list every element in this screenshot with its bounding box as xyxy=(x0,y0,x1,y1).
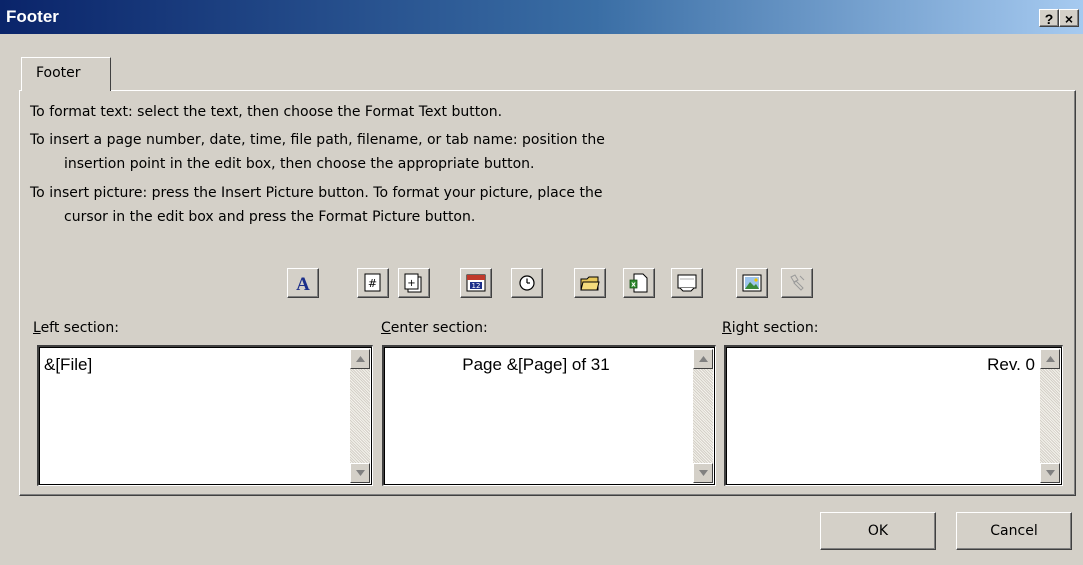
insert-number-of-pages-button[interactable]: + xyxy=(398,268,430,298)
svg-text:+: + xyxy=(407,278,415,289)
right-section-field[interactable]: Rev. 0 xyxy=(726,347,1062,485)
format-picture-button xyxy=(781,268,813,298)
scroll-down-button[interactable] xyxy=(693,463,713,483)
instruction-line: cursor in the edit box and press the For… xyxy=(64,209,476,225)
down-arrow-icon xyxy=(698,470,708,476)
ok-button[interactable]: OK xyxy=(820,512,936,550)
center-section-scrollbar[interactable] xyxy=(693,349,713,483)
scroll-up-button[interactable] xyxy=(1040,349,1060,369)
sheet-tab-icon xyxy=(677,274,697,292)
svg-text:A: A xyxy=(296,274,310,294)
insert-page-number-button[interactable]: # xyxy=(357,268,389,298)
up-arrow-icon xyxy=(698,356,708,362)
file-icon: x xyxy=(629,273,648,293)
center-section-label: Center section: xyxy=(381,320,488,336)
scroll-down-button[interactable] xyxy=(1040,463,1060,483)
tab-footer-label: Footer xyxy=(36,65,81,81)
svg-text:12: 12 xyxy=(472,282,481,290)
insert-sheet-name-button[interactable] xyxy=(671,268,703,298)
page-number-icon: # xyxy=(364,273,381,292)
up-arrow-icon xyxy=(1045,356,1055,362)
title-bar[interactable]: Footer ? × xyxy=(0,0,1083,34)
instruction-line: To format text: select the text, then ch… xyxy=(30,104,503,120)
scroll-up-button[interactable] xyxy=(350,349,370,369)
right-section-editbox[interactable]: Rev. 0 xyxy=(724,345,1063,486)
left-section-field[interactable]: &[File] xyxy=(39,347,372,485)
center-section-editbox[interactable]: Page &[Page] of 31 xyxy=(382,345,716,486)
insert-picture-button[interactable] xyxy=(736,268,768,298)
down-arrow-icon xyxy=(1045,470,1055,476)
scroll-down-button[interactable] xyxy=(350,463,370,483)
help-button[interactable]: ? xyxy=(1039,9,1059,27)
up-arrow-icon xyxy=(355,356,365,362)
right-section-scrollbar[interactable] xyxy=(1040,349,1060,483)
tab-footer[interactable]: Footer xyxy=(21,57,111,91)
format-picture-icon xyxy=(790,274,805,291)
insert-date-button[interactable]: 12 xyxy=(460,268,492,298)
dialog-title: Footer xyxy=(6,7,59,26)
center-section-field[interactable]: Page &[Page] of 31 xyxy=(384,347,715,485)
folder-icon xyxy=(580,276,600,291)
left-section-text[interactable]: &[File] xyxy=(44,355,92,375)
instruction-line: To insert a page number, date, time, fil… xyxy=(30,132,605,148)
down-arrow-icon xyxy=(355,470,365,476)
right-section-label: Right section: xyxy=(722,320,819,336)
cancel-button[interactable]: Cancel xyxy=(956,512,1072,550)
format-text-icon: A xyxy=(296,274,310,294)
svg-text:#: # xyxy=(368,277,377,290)
right-section-text[interactable]: Rev. 0 xyxy=(987,355,1035,375)
instruction-line: insertion point in the edit box, then ch… xyxy=(64,156,535,172)
picture-icon xyxy=(742,274,762,292)
left-section-label: Left section: xyxy=(33,320,119,336)
number-of-pages-icon: + xyxy=(404,273,422,293)
center-section-text[interactable]: Page &[Page] of 31 xyxy=(385,355,687,375)
left-section-editbox[interactable]: &[File] xyxy=(37,345,373,486)
insert-filename-button[interactable]: x xyxy=(623,268,655,298)
scroll-up-button[interactable] xyxy=(693,349,713,369)
insert-file-path-button[interactable] xyxy=(574,268,606,298)
close-button[interactable]: × xyxy=(1059,9,1079,27)
insert-time-button[interactable] xyxy=(511,268,543,298)
calendar-icon: 12 xyxy=(466,274,486,292)
svg-text:x: x xyxy=(631,281,636,289)
instruction-line: To insert picture: press the Insert Pict… xyxy=(30,185,603,201)
footer-dialog: Footer ? × Footer To format text: select… xyxy=(0,0,1083,565)
clock-icon xyxy=(519,275,535,291)
left-section-scrollbar[interactable] xyxy=(350,349,370,483)
format-text-button[interactable]: A xyxy=(287,268,319,298)
